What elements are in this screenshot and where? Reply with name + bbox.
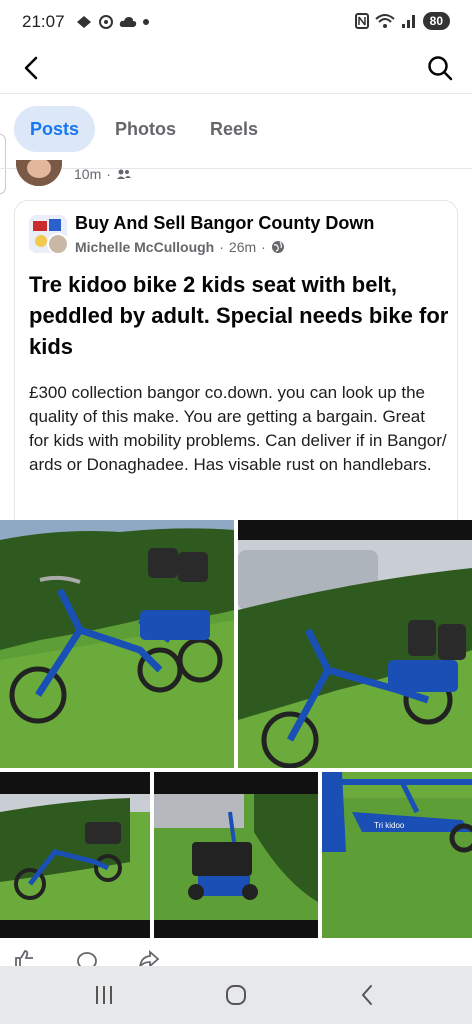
post-photo-3[interactable] <box>0 772 150 938</box>
previous-post-avatar[interactable] <box>16 160 62 186</box>
android-nav-bar <box>0 966 472 1024</box>
top-nav <box>0 44 472 94</box>
author-avatar[interactable] <box>47 233 67 253</box>
svg-text:Tri kidoo: Tri kidoo <box>374 821 405 830</box>
tab-photos[interactable]: Photos <box>101 106 190 152</box>
status-time: 21:07 <box>22 12 65 31</box>
search-icon[interactable] <box>426 54 454 82</box>
profile-tabs: Posts Photos Reels <box>14 106 272 152</box>
battery-icon: 80 <box>422 12 450 30</box>
group-name[interactable]: Buy And Sell Bangor County Down <box>75 213 374 234</box>
wifi-icon <box>374 14 395 28</box>
post-title: Tre kidoo bike 2 kids seat with belt, pe… <box>29 272 449 359</box>
post-photo-5[interactable]: Tri kidoo <box>322 772 472 938</box>
nfc-icon <box>354 13 369 29</box>
scroll-edge-indicator <box>0 134 6 194</box>
friends-icon <box>116 169 131 179</box>
post-photo-2[interactable] <box>238 520 472 768</box>
post-body: £300 collection bangor co.down. you can … <box>29 383 447 474</box>
previous-post-time: 10m <box>74 166 102 182</box>
back-arrow-icon[interactable] <box>18 54 46 82</box>
home-icon[interactable] <box>224 983 248 1007</box>
cloud-icon <box>119 17 136 27</box>
tab-reels[interactable]: Reels <box>196 106 272 152</box>
system-back-icon[interactable] <box>356 983 380 1007</box>
post-photo-1[interactable] <box>0 520 234 768</box>
status-right: 80 <box>354 12 450 30</box>
signal-icon <box>401 15 415 28</box>
threads-icon <box>98 15 113 29</box>
globe-icon <box>271 241 284 253</box>
author-name[interactable]: Michelle McCullough <box>75 239 214 255</box>
post-card: Buy And Sell Bangor County Down Michelle… <box>14 200 458 522</box>
dot-icon <box>142 19 149 25</box>
post-time[interactable]: 26m <box>229 239 256 255</box>
previous-post-meta: 10m · <box>74 166 132 182</box>
post-photo-4[interactable] <box>154 772 318 938</box>
notification-icons <box>75 14 150 30</box>
group-avatar[interactable] <box>29 215 67 253</box>
status-bar: 21:07 80 <box>0 0 472 44</box>
app-notification-icon <box>76 16 91 28</box>
post-meta: Michelle McCullough · 26m · <box>75 239 285 255</box>
tab-posts[interactable]: Posts <box>14 106 96 152</box>
tabs-divider <box>0 168 472 169</box>
recents-icon[interactable] <box>92 984 116 1006</box>
